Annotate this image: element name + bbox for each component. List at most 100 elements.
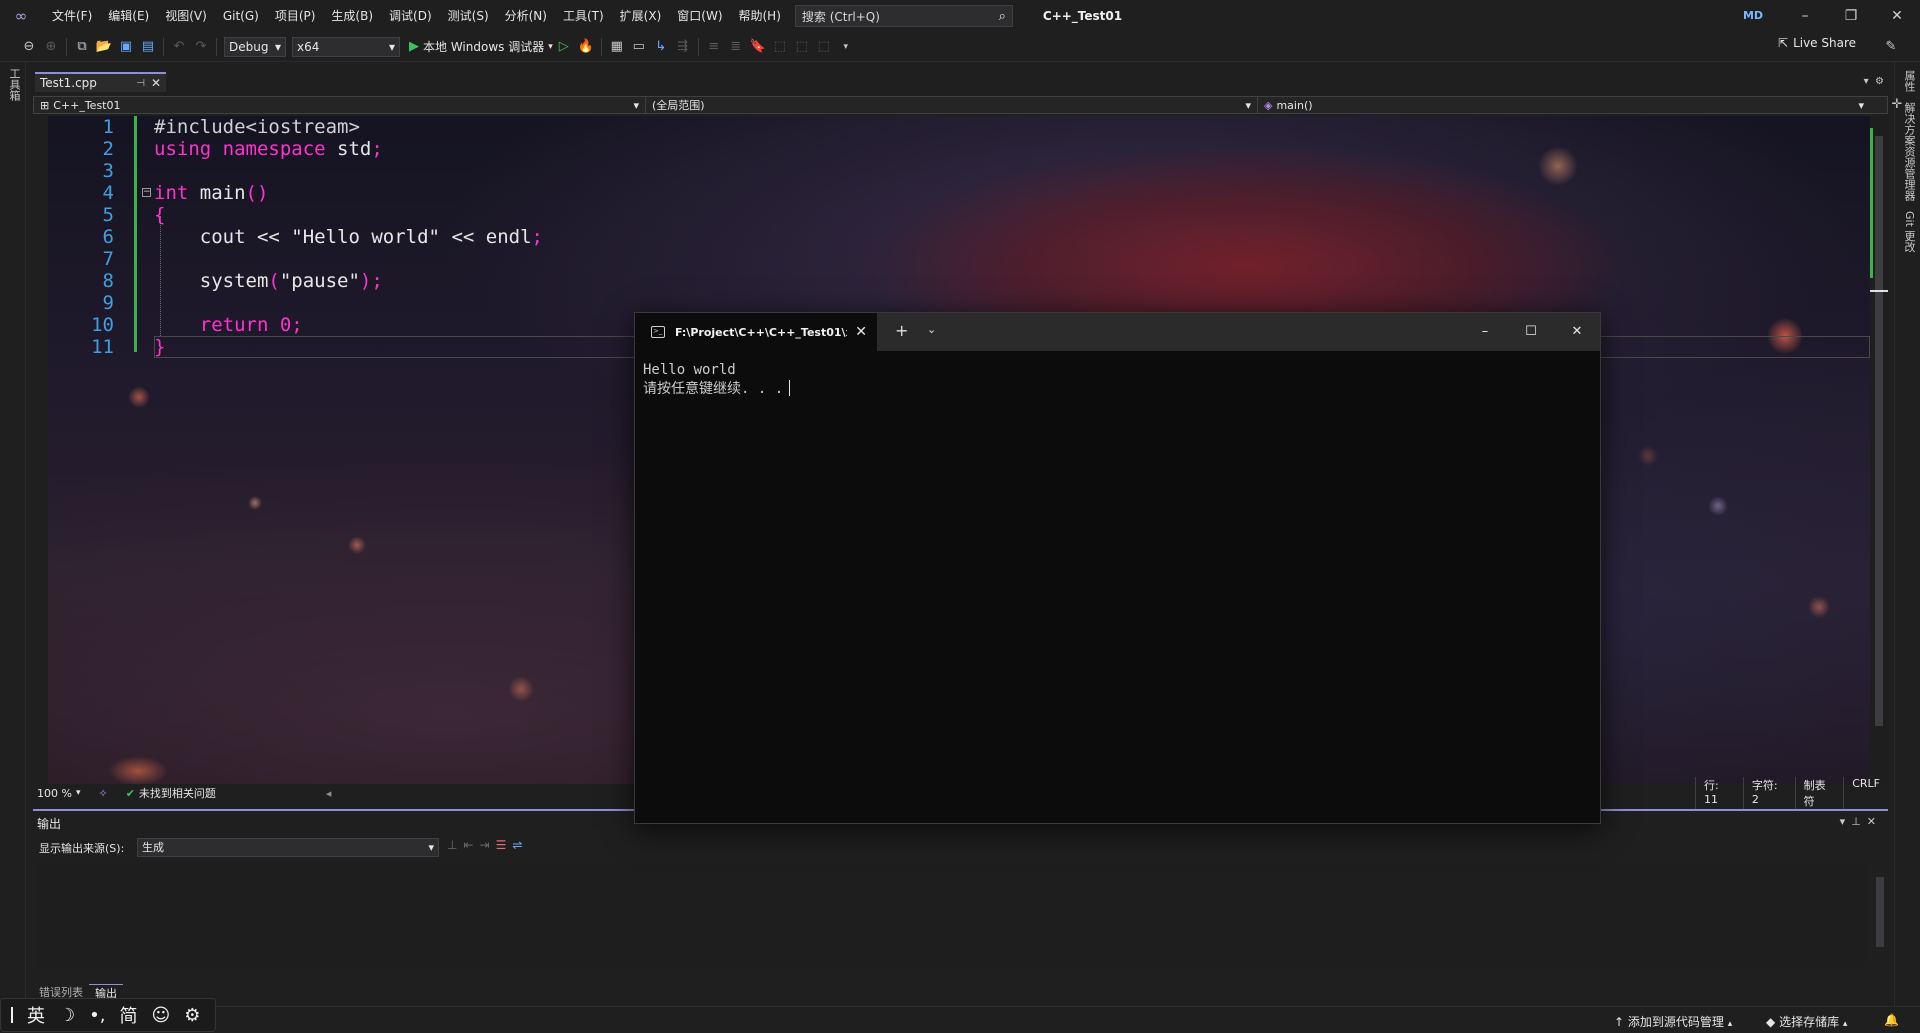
redo-icon[interactable]: ↷ (190, 36, 212, 58)
line-ending[interactable]: CRLF (1843, 777, 1888, 809)
toolbar-overflow-icon[interactable]: ▾ (835, 36, 857, 58)
configuration-select[interactable]: Debug ▾ (224, 36, 286, 57)
save-icon[interactable]: ▣ (115, 36, 137, 58)
navigate-forward-icon[interactable]: ⊕ (40, 36, 62, 58)
punctuation-icon[interactable]: •, (89, 1005, 105, 1026)
next-message-icon[interactable]: ⇥ (480, 838, 490, 852)
scope-dropdown[interactable]: (全局范围) ▾ (646, 97, 1258, 113)
close-icon[interactable]: ✕ (1867, 815, 1882, 828)
close-icon[interactable]: ✕ (1554, 313, 1600, 351)
code-cleanup-icon[interactable]: ✧ (98, 787, 107, 800)
menu-view[interactable]: 视图(V) (157, 0, 215, 32)
hot-reload-icon[interactable]: 🔥 (575, 36, 597, 58)
prev-message-icon[interactable]: ⇤ (463, 838, 473, 852)
navigate-back-icon[interactable]: ⊖ (18, 36, 40, 58)
solution-explorer-icon[interactable]: ▦ (606, 36, 628, 58)
terminal-output[interactable]: Hello world 请按任意键继续. . . (643, 361, 791, 399)
terminal-titlebar[interactable]: >_ F:\Project\C++\C++_Test01\x ✕ + ⌄ – ☐… (635, 313, 1600, 351)
chevron-down-icon[interactable]: ▾ (1840, 815, 1852, 828)
solution-explorer-tab[interactable]: 解决方案资源管理器 (1901, 102, 1917, 201)
menu-help[interactable]: 帮助(H) (731, 0, 789, 32)
scrollbar-thumb[interactable] (1876, 877, 1884, 947)
clear-bookmarks-icon[interactable]: ⬚ (813, 36, 835, 58)
editor-vertical-scrollbar[interactable] (1870, 116, 1888, 784)
menu-project[interactable]: 项目(P) (267, 0, 324, 32)
project-dropdown[interactable]: ⊞ C++_Test01 ▾ (34, 97, 646, 113)
start-without-debugging-icon[interactable]: ▷ (553, 36, 575, 58)
zoom-level[interactable]: 100 % (33, 787, 76, 800)
output-horizontal-scrollbar[interactable] (33, 967, 1888, 981)
notifications-icon[interactable]: 🔔 (1884, 1013, 1899, 1027)
char-indicator[interactable]: 字符: 2 (1742, 777, 1795, 809)
code-text[interactable]: #include<iostream> using namespace std; i… (154, 116, 543, 358)
scroll-left-icon[interactable]: ◂ (326, 787, 332, 800)
open-file-icon[interactable]: 📂 (93, 36, 115, 58)
output-source-select[interactable]: 生成 ▾ (137, 838, 439, 857)
chevron-down-icon[interactable]: ⌄ (927, 323, 936, 336)
undo-icon[interactable]: ↶ (168, 36, 190, 58)
platform-select[interactable]: x64 ▾ (292, 36, 400, 57)
close-icon[interactable]: ✕ (1874, 0, 1920, 32)
account-avatar[interactable]: MD (1742, 6, 1764, 26)
terminal-window[interactable]: >_ F:\Project\C++\C++_Test01\x ✕ + ⌄ – ☐… (634, 312, 1601, 824)
menu-file[interactable]: 文件(F) (44, 0, 100, 32)
terminal-tab[interactable]: >_ F:\Project\C++\C++_Test01\x ✕ (635, 313, 877, 351)
emoji-icon[interactable]: ☺ (151, 1005, 170, 1026)
menu-edit[interactable]: 编辑(E) (100, 0, 157, 32)
ime-simplified-toggle[interactable]: 简 (119, 1002, 137, 1028)
maximize-icon[interactable]: ☐ (1508, 313, 1554, 351)
search-input[interactable]: 搜索 (Ctrl+Q) ⌕ (794, 5, 1013, 27)
menu-git[interactable]: Git(G) (215, 0, 267, 32)
new-project-icon[interactable]: ⧉ (71, 36, 93, 58)
indent-mode[interactable]: 制表符 (1794, 777, 1844, 809)
minimize-icon[interactable]: – (1782, 0, 1828, 32)
member-dropdown[interactable]: ◈ main() ▾ (1258, 97, 1870, 113)
next-bookmark-icon[interactable]: ⬚ (791, 36, 813, 58)
menu-build[interactable]: 生成(B) (323, 0, 381, 32)
minimize-icon[interactable]: – (1462, 313, 1508, 351)
ime-language-toggle[interactable]: 英 (27, 1002, 45, 1028)
settings-gear-icon[interactable]: ⚙ (184, 1005, 200, 1026)
scrollbar-thumb[interactable] (1875, 136, 1883, 726)
output-text-area[interactable] (37, 863, 1866, 973)
collapse-toggle-icon[interactable]: − (142, 188, 151, 197)
toolbox-tab[interactable]: 工具箱 (6, 68, 22, 101)
step-icon[interactable]: ↳ (650, 36, 672, 58)
properties-tab[interactable]: 属性 (1901, 70, 1917, 92)
menu-debug[interactable]: 调试(D) (381, 0, 440, 32)
comment-icon[interactable]: ≡ (703, 36, 725, 58)
start-debugging-button[interactable]: ▶ 本地 Windows 调试器 ▾ (409, 38, 553, 55)
git-changes-tab[interactable]: Git 更改 (1901, 211, 1917, 252)
new-tab-icon[interactable]: + (895, 321, 908, 340)
word-wrap-icon[interactable]: ⇌ (512, 838, 522, 852)
menu-window[interactable]: 窗口(W) (669, 0, 730, 32)
prev-bookmark-icon[interactable]: ⬚ (769, 36, 791, 58)
tab-list-dropdown-icon[interactable]: ▾ ⚙ (1864, 76, 1884, 87)
menu-tools[interactable]: 工具(T) (555, 0, 612, 32)
ime-handle[interactable] (11, 1007, 13, 1023)
layout-icon[interactable]: ▭ (628, 36, 650, 58)
chevron-down-icon[interactable]: ▾ (76, 788, 81, 798)
clear-all-icon[interactable]: ☰ (496, 838, 507, 852)
save-all-icon[interactable]: ▤ (137, 36, 159, 58)
find-message-icon[interactable]: ⊥ (447, 838, 457, 852)
step-over-icon[interactable]: ⇶ (672, 36, 694, 58)
split-icon[interactable]: ✛ (1888, 94, 1906, 116)
restore-icon[interactable]: ❐ (1828, 0, 1874, 32)
menu-test[interactable]: 测试(S) (440, 0, 497, 32)
issues-status[interactable]: 未找到相关问题 (139, 785, 216, 801)
menu-extensions[interactable]: 扩展(X) (612, 0, 670, 32)
output-vertical-scrollbar[interactable] (1872, 863, 1888, 967)
close-tab-icon[interactable]: ✕ (855, 324, 867, 340)
moon-icon[interactable]: ☽ (59, 1005, 75, 1026)
close-tab-icon[interactable]: ✕ (151, 76, 161, 90)
tab-test1-cpp[interactable]: Test1.cpp ⊣ ✕ (35, 72, 166, 92)
pin-icon[interactable]: ⊣ (136, 78, 145, 89)
feedback-icon[interactable]: ✎ (1880, 36, 1902, 58)
live-share-button[interactable]: ⇱ Live Share (1778, 36, 1856, 50)
bookmark-icon[interactable]: 🔖 (747, 36, 769, 58)
pin-icon[interactable]: ⊥ (1851, 815, 1867, 828)
menu-analyze[interactable]: 分析(N) (497, 0, 555, 32)
line-indicator[interactable]: 行: 11 (1695, 777, 1743, 809)
select-repository-button[interactable]: ◆ 选择存储库 ▴ (1766, 1013, 1847, 1030)
